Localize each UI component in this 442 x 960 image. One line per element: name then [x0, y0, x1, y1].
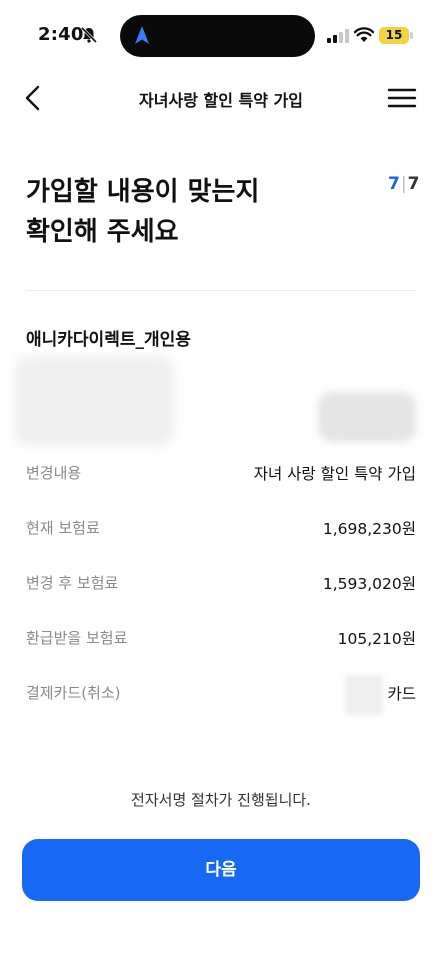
- battery-icon: 15: [379, 27, 409, 44]
- detail-value: 1,698,230원: [322, 520, 416, 538]
- detail-value: 1,593,020원: [322, 575, 416, 593]
- headline-line-2: 확인해 주세요: [26, 217, 179, 247]
- detail-label: 변경 후 보험료: [26, 574, 119, 592]
- section-divider: [26, 290, 416, 291]
- headline-line-1: 가입할 내용이 맞는지: [26, 177, 260, 207]
- step-separator: |: [400, 174, 407, 194]
- redacted-area: [14, 356, 174, 446]
- detail-value: 105,210원: [337, 630, 416, 648]
- product-name: 애니카다이렉트_개인용: [26, 330, 191, 350]
- bell-slash-icon: [80, 26, 98, 44]
- detail-row-change: 변경내용 자녀 사랑 할인 특약 가입: [26, 462, 416, 488]
- detail-label: 환급받을 보험료: [26, 629, 128, 647]
- step-total: 7: [407, 174, 420, 194]
- signature-notice: 전자서명 절차가 진행됩니다.: [131, 791, 311, 809]
- detail-row-new-premium: 변경 후 보험료 1,593,020원: [26, 572, 416, 598]
- detail-label: 결제카드(취소): [26, 684, 121, 702]
- step-current: 7: [388, 174, 400, 194]
- detail-value: 자녀 사랑 할인 특약 가입: [253, 465, 416, 483]
- detail-label: 변경내용: [26, 464, 82, 482]
- cellular-signal-icon: [327, 29, 349, 43]
- wifi-icon: [354, 27, 374, 42]
- status-bar: 2:40 15: [0, 0, 442, 62]
- step-indicator: 7|7: [388, 174, 419, 194]
- status-time: 2:40: [38, 24, 84, 45]
- redacted-area: [318, 392, 416, 442]
- location-arrow-icon: [135, 26, 149, 44]
- page-title: 자녀사랑 할인 특약 가입: [139, 91, 303, 110]
- top-header: 자녀사랑 할인 특약 가입: [0, 72, 442, 124]
- headline: 가입할 내용이 맞는지 확인해 주세요: [26, 172, 366, 252]
- detail-value: 카드: [387, 685, 416, 703]
- redacted-area: [345, 675, 383, 715]
- detail-label: 현재 보험료: [26, 519, 100, 537]
- battery-tip: [410, 32, 413, 39]
- detail-row-refund: 환급받을 보험료 105,210원: [26, 627, 416, 653]
- hamburger-menu-icon[interactable]: [386, 86, 418, 110]
- detail-row-current-premium: 현재 보험료 1,698,230원: [26, 517, 416, 543]
- next-button[interactable]: 다음: [22, 839, 420, 901]
